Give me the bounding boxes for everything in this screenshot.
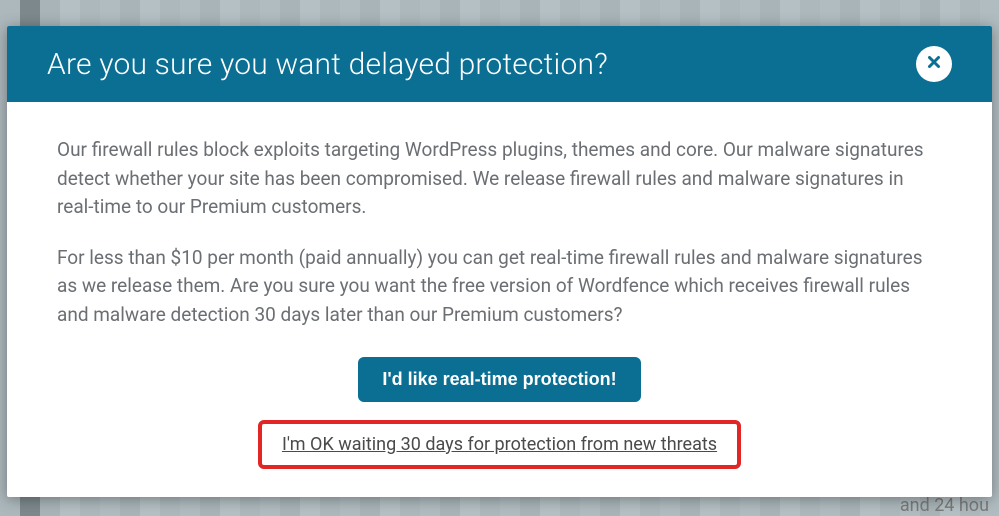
wait-30-days-link[interactable]: I'm OK waiting 30 days for protection fr… xyxy=(282,434,717,455)
modal-title: Are you sure you want delayed protection… xyxy=(47,47,608,82)
secondary-link-highlight: I'm OK waiting 30 days for protection fr… xyxy=(258,420,741,469)
realtime-protection-button[interactable]: I'd like real-time protection! xyxy=(358,357,640,402)
close-icon xyxy=(925,53,943,75)
confirm-delayed-protection-modal: Are you sure you want delayed protection… xyxy=(7,26,992,497)
modal-body: Our firewall rules block exploits target… xyxy=(7,102,992,497)
modal-paragraph-2: For less than $10 per month (paid annual… xyxy=(57,244,942,330)
modal-actions: I'd like real-time protection! I'm OK wa… xyxy=(57,357,942,469)
modal-paragraph-1: Our firewall rules block exploits target… xyxy=(57,136,942,222)
background-text-snippet: and 24 hou xyxy=(900,495,989,516)
modal-header: Are you sure you want delayed protection… xyxy=(7,26,992,102)
close-button[interactable] xyxy=(916,46,952,82)
